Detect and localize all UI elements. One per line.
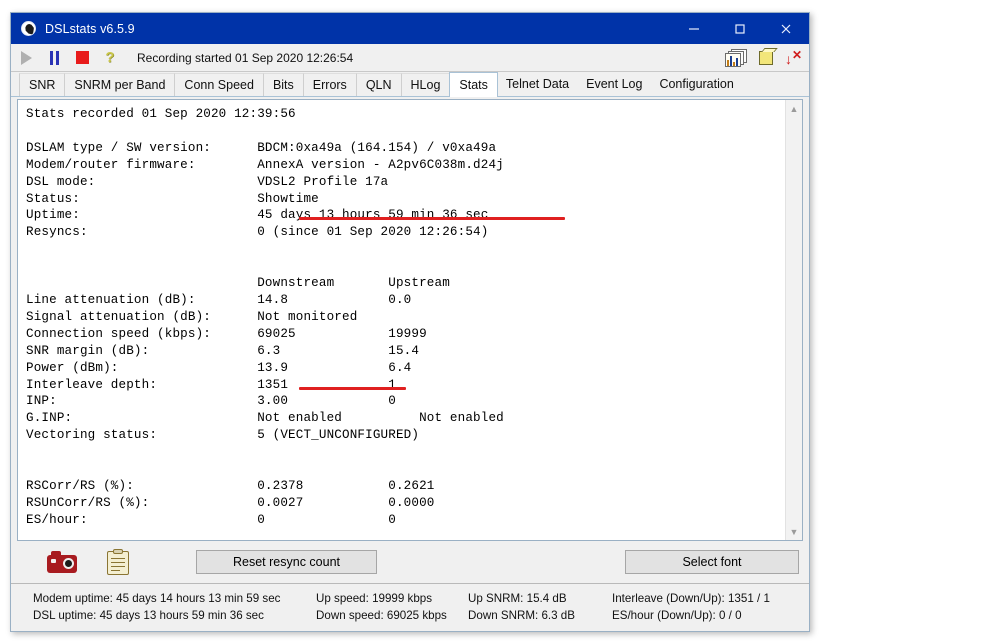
recording-status-text: Recording started 01 Sep 2020 12:26:54 [137,50,354,65]
graphs-windows-icon[interactable] [725,48,747,67]
tab-snrm-per-band[interactable]: SNRM per Band [64,73,176,96]
title-bar: DSLstats v6.5.9 [11,13,809,44]
status-modem-uptime: Modem uptime: 45 days 14 hours 13 min 59… [33,592,281,605]
status-snrm-column: Up SNRM: 15.4 dB Down SNRM: 6.3 dB [468,590,575,624]
chevron-up-icon[interactable]: ▲ [786,100,802,117]
toolbar-right-icons: ↓ ✕ [725,48,803,67]
pause-icon[interactable] [41,46,67,70]
button-bar: Reset resync count Select font [11,541,809,583]
tab-event-log[interactable]: Event Log [577,73,652,96]
yellow-cube-icon[interactable] [759,50,773,65]
tab-configuration[interactable]: Configuration [650,73,743,96]
uptime-red-underline [299,217,565,220]
stop-icon[interactable] [69,46,95,70]
main-toolbar: ? Recording started 01 Sep 2020 12:26:54… [11,44,809,72]
tab-hlog[interactable]: HLog [400,73,451,96]
chevron-down-icon[interactable]: ▼ [786,523,802,540]
stats-text-viewport[interactable]: Stats recorded 01 Sep 2020 12:39:56 DSLA… [18,100,785,540]
content-area: Stats recorded 01 Sep 2020 12:39:56 DSLA… [11,97,809,541]
select-font-button[interactable]: Select font [625,550,799,574]
close-icon[interactable] [763,13,809,44]
status-interleave: Interleave (Down/Up): 1351 / 1 [612,592,770,605]
tab-telnet-data[interactable]: Telnet Data [496,73,579,96]
play-icon[interactable] [13,46,39,70]
status-dsl-uptime: DSL uptime: 45 days 13 hours 59 min 36 s… [33,609,264,622]
tab-qln[interactable]: QLN [355,73,402,96]
window-title: DSLstats v6.5.9 [45,21,135,36]
maximize-icon[interactable] [717,13,763,44]
stats-text-panel: Stats recorded 01 Sep 2020 12:39:56 DSLA… [17,99,803,541]
status-speed-column: Up speed: 19999 kbps Down speed: 69025 k… [316,590,447,624]
status-up-snrm: Up SNRM: 15.4 dB [468,592,567,605]
dslstats-window: DSLstats v6.5.9 ? Recording started 01 S… [10,12,810,632]
clipboard-copy-icon[interactable] [107,549,129,575]
ginp-red-underline [299,387,406,390]
minimize-icon[interactable] [671,13,717,44]
help-question-icon[interactable]: ? [97,46,123,70]
camera-screenshot-icon[interactable] [47,551,77,573]
reset-resync-count-button[interactable]: Reset resync count [196,550,377,574]
vertical-scrollbar[interactable]: ▲ ▼ [785,100,802,540]
status-es-per-hour: ES/hour (Down/Up): 0 / 0 [612,609,742,622]
status-down-speed: Down speed: 69025 kbps [316,609,447,622]
status-bar: Modem uptime: 45 days 14 hours 13 min 59… [11,583,809,631]
window-controls [671,13,809,44]
app-globe-icon [21,20,37,37]
tab-errors[interactable]: Errors [302,73,357,96]
exit-down-arrow-icon[interactable]: ↓ ✕ [785,49,803,66]
status-uptime-column: Modem uptime: 45 days 14 hours 13 min 59… [33,590,280,624]
stats-text: Stats recorded 01 Sep 2020 12:39:56 DSLA… [26,107,504,527]
status-up-speed: Up speed: 19999 kbps [316,592,433,605]
tab-bits[interactable]: Bits [262,73,304,96]
tab-stats[interactable]: Stats [449,72,498,97]
tab-strip: SNR SNRM per Band Conn Speed Bits Errors… [11,72,809,97]
tab-conn-speed[interactable]: Conn Speed [174,73,264,96]
status-down-snrm: Down SNRM: 6.3 dB [468,609,575,622]
tab-snr[interactable]: SNR [19,73,66,96]
status-interleave-column: Interleave (Down/Up): 1351 / 1 ES/hour (… [612,590,770,624]
